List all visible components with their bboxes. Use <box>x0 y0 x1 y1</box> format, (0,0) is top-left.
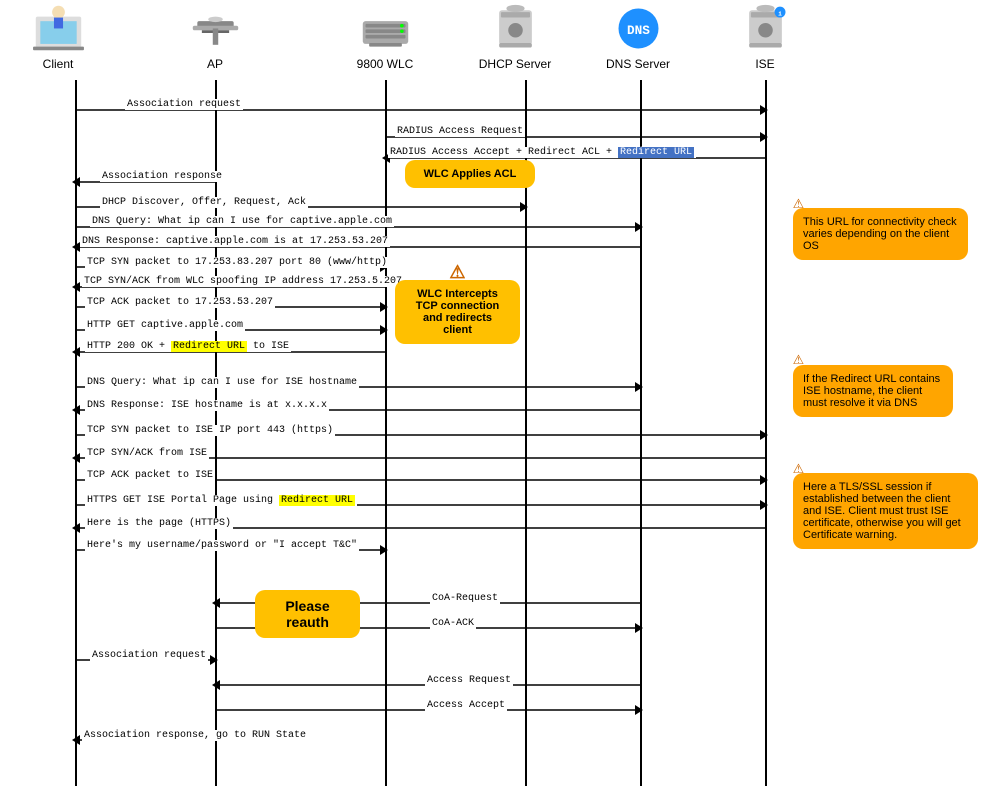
msg-label-m22: CoA-ACK <box>430 617 476 629</box>
msg-label-m6: DNS Query: What ip can I use for captive… <box>90 215 394 227</box>
redirect-url-highlight-1: Redirect URL <box>618 147 694 158</box>
lifeline-wlc <box>385 80 387 786</box>
msg-label-m10: TCP ACK packet to 17.253.53.207 <box>85 296 275 308</box>
msg-label-m26: Association response, go to RUN State <box>82 729 308 741</box>
msg-label-m2: RADIUS Access Request <box>395 125 525 137</box>
callout-url-varies: This URL for connectivity check varies d… <box>793 208 968 260</box>
msg-label-m11: HTTP GET captive.apple.com <box>85 319 245 331</box>
actor-wlc: 9800 WLC <box>345 0 425 71</box>
actor-dns: DNS DNS Server <box>598 0 678 71</box>
ise-icon: i <box>735 0 795 55</box>
redirect-url-highlight-2: Redirect URL <box>171 341 247 352</box>
msg-label-m14: DNS Response: ISE hostname is at x.x.x.x <box>85 399 329 411</box>
msg-label-m18: HTTPS GET ISE Portal Page using Redirect… <box>85 494 357 506</box>
msg-label-m8: TCP SYN packet to 17.253.83.207 port 80 … <box>85 256 389 268</box>
msg-label-m9: TCP SYN/ACK from WLC spoofing IP address… <box>82 275 404 287</box>
msg-label-m20: Here's my username/password or "I accept… <box>85 539 359 551</box>
lifeline-dns <box>640 80 642 786</box>
actor-client: Client <box>18 0 98 71</box>
callout-dns-note: If the Redirect URL contains ISE hostnam… <box>793 365 953 417</box>
msg-label-m24: Access Request <box>425 674 513 686</box>
dhcp-icon <box>485 0 545 55</box>
lifeline-ise <box>765 80 767 786</box>
msg-label-m21: CoA-Request <box>430 592 500 604</box>
client-icon <box>28 0 88 55</box>
msg-label-m5: DHCP Discover, Offer, Request, Ack <box>100 196 308 208</box>
msg-label-m13: DNS Query: What ip can I use for ISE hos… <box>85 376 359 388</box>
msg-label-m15: TCP SYN packet to ISE IP port 443 (https… <box>85 424 335 436</box>
msg-label-m23: Association request <box>90 649 208 661</box>
lifeline-client <box>75 80 77 786</box>
sequence-diagram: Client AP 9800 W <box>0 0 998 786</box>
callout-please-reauth: Pleasereauth <box>255 590 360 638</box>
ise-label: ISE <box>755 57 774 71</box>
redirect-url-highlight-3: Redirect URL <box>279 495 355 506</box>
dns-icon: DNS <box>608 0 668 55</box>
msg-label-m19: Here is the page (HTTPS) <box>85 517 233 529</box>
msg-label-m1: Association request <box>125 98 243 110</box>
ap-icon <box>185 0 245 55</box>
actor-ise: i ISE <box>725 0 805 71</box>
callout-wlc-redirect: WLC InterceptsTCP connectionand redirect… <box>395 280 520 344</box>
callout-tls-note: Here a TLS/SSL session if established be… <box>793 473 978 549</box>
svg-text:i: i <box>778 10 782 17</box>
msg-label-m16: TCP SYN/ACK from ISE <box>85 447 209 459</box>
dhcp-label: DHCP Server <box>479 57 551 71</box>
msg-label-m25: Access Accept <box>425 699 507 711</box>
msg-label-m3: RADIUS Access Accept + Redirect ACL + Re… <box>388 146 696 158</box>
callout-wlc-acl: WLC Applies ACL <box>405 160 535 188</box>
msg-label-m17: TCP ACK packet to ISE <box>85 469 215 481</box>
msg-label-m12: HTTP 200 OK + Redirect URL to ISE <box>85 340 291 352</box>
svg-text:DNS: DNS <box>627 22 650 37</box>
wlc-label: 9800 WLC <box>357 57 414 71</box>
ap-label: AP <box>207 57 223 71</box>
msg-label-m7: DNS Response: captive.apple.com is at 17… <box>80 235 390 247</box>
actor-dhcp: DHCP Server <box>475 0 555 71</box>
dns-label: DNS Server <box>606 57 670 71</box>
client-label: Client <box>43 57 74 71</box>
wlc-icon <box>355 0 415 55</box>
msg-label-m4: Association response <box>100 170 224 182</box>
actor-ap: AP <box>175 0 255 71</box>
